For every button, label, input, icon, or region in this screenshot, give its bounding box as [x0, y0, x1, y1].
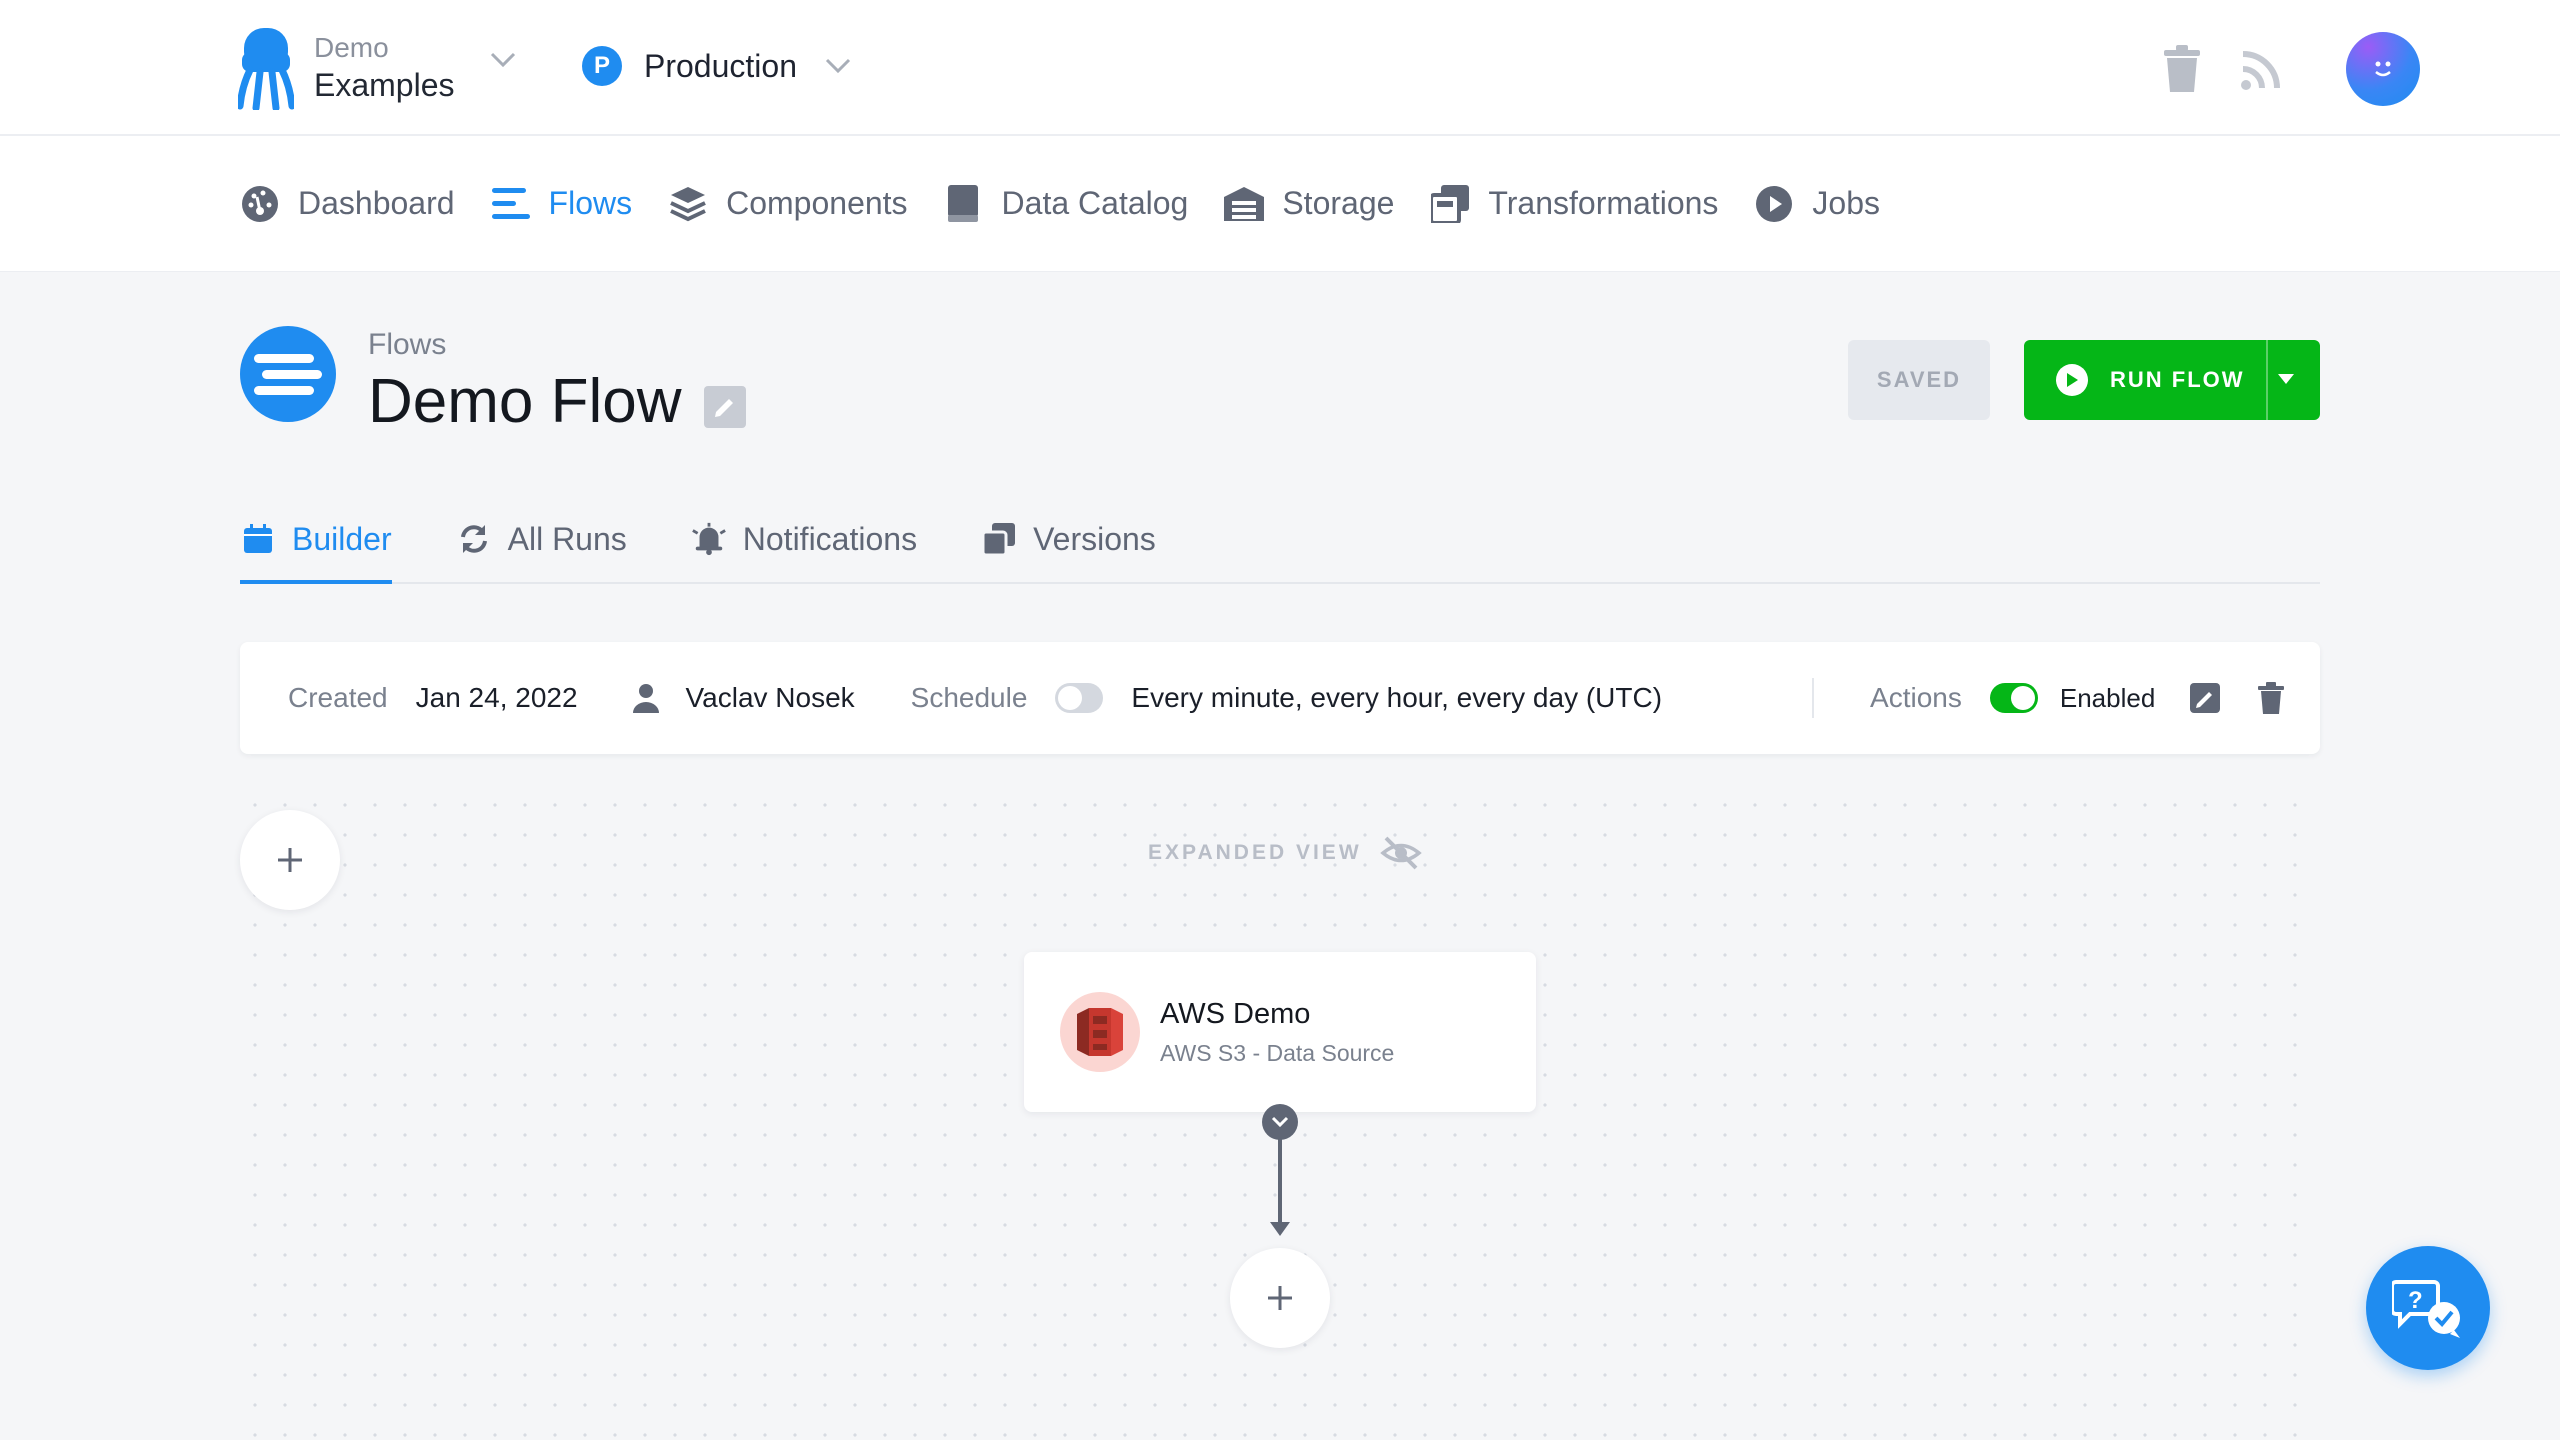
flow-title: Demo Flow: [368, 367, 682, 436]
created-label: Created: [288, 682, 388, 713]
aws-s3-icon: [1060, 992, 1140, 1072]
brand-text: Demo Examples: [314, 31, 455, 105]
smile-icon: [2375, 61, 2391, 77]
gauge-icon: [240, 184, 280, 224]
svg-text:?: ?: [2408, 1287, 2423, 1314]
book-icon: [944, 184, 984, 224]
layers-icon: [668, 184, 708, 224]
arrow-down-icon: [1270, 1222, 1290, 1236]
nav-item-data-catalog[interactable]: Data Catalog: [944, 184, 1189, 224]
edit-icon: [2190, 683, 2221, 713]
transformations-icon: [1430, 184, 1470, 224]
rss-feed-icon[interactable]: [2234, 41, 2290, 97]
schedule-toggle[interactable]: [1055, 683, 1104, 713]
nav-item-jobs[interactable]: Jobs: [1754, 184, 1880, 224]
tab-label: Notifications: [742, 520, 918, 557]
project-switcher[interactable]: P Production: [582, 46, 851, 86]
organization-switcher[interactable]: Demo Examples: [238, 26, 455, 110]
nav-label: Jobs: [1812, 185, 1880, 221]
enabled-label: Enabled: [2059, 682, 2156, 713]
nav-label: Dashboard: [298, 185, 455, 221]
workspace-name: Examples: [314, 67, 455, 103]
add-next-step-button[interactable]: [1230, 1248, 1330, 1348]
actions-label: Actions: [1870, 682, 1962, 713]
trash-icon: [2258, 682, 2285, 714]
nav-item-transformations[interactable]: Transformations: [1430, 184, 1718, 224]
plus-icon: [278, 848, 302, 872]
nav-label: Flows: [548, 185, 633, 221]
flow-tabs: Builder All Runs Notifications Versions: [240, 496, 2320, 584]
calendar-icon: [240, 521, 276, 557]
octopus-logo-icon: [238, 28, 294, 110]
nav-item-components[interactable]: Components: [668, 184, 908, 224]
tab-label: Builder: [292, 520, 392, 557]
tab-builder[interactable]: Builder: [240, 496, 392, 584]
nav-item-flows[interactable]: Flows: [491, 184, 633, 224]
page-title: Demo Flow: [368, 366, 746, 437]
top-bar: Demo Examples P Production: [0, 0, 2560, 136]
warehouse-icon: [1224, 184, 1265, 224]
refresh-icon: [456, 521, 492, 557]
trash-icon[interactable]: [2154, 41, 2210, 97]
expanded-view-toggle[interactable]: EXPANDED VIEW: [1148, 836, 1422, 870]
nav-label: Transformations: [1488, 185, 1719, 221]
delete-schedule-button[interactable]: [2251, 678, 2291, 718]
saved-button[interactable]: SAVED: [1848, 340, 1990, 420]
user-avatar[interactable]: [2346, 32, 2420, 106]
pencil-icon: [714, 398, 733, 417]
caret-down-icon[interactable]: [2278, 374, 2294, 384]
chevron-down-icon: [1271, 1116, 1289, 1128]
author-name: Vaclav Nosek: [685, 682, 855, 713]
versions-icon: [981, 521, 1017, 557]
help-chat-button[interactable]: ?: [2366, 1246, 2490, 1370]
main-navigation: Dashboard Flows Components Data Catalog …: [0, 136, 2560, 272]
eye-slash-icon: [1379, 836, 1422, 870]
node-subtitle: AWS S3 - Data Source: [1160, 1040, 1395, 1066]
chat-help-icon: ?: [2392, 1280, 2460, 1338]
created-date: Jan 24, 2022: [415, 682, 578, 713]
tab-all-runs[interactable]: All Runs: [456, 496, 627, 582]
play-circle-icon: [1754, 184, 1794, 224]
nav-item-dashboard[interactable]: Dashboard: [240, 184, 455, 224]
flows-icon: [491, 184, 531, 224]
nav-label: Components: [726, 185, 908, 221]
top-actions: [2130, 32, 2420, 106]
tab-label: Versions: [1033, 520, 1156, 557]
tab-label: All Runs: [507, 520, 627, 557]
node-connector-button[interactable]: [1262, 1104, 1298, 1140]
node-name: AWS Demo: [1160, 998, 1311, 1030]
run-flow-label: RUN FLOW: [2110, 367, 2245, 392]
schedule-value[interactable]: Every minute, every hour, every day (UTC…: [1131, 682, 1662, 714]
actions-enabled-toggle[interactable]: [1989, 683, 2038, 713]
edit-title-button[interactable]: [703, 385, 746, 428]
nav-label: Data Catalog: [1001, 185, 1189, 221]
bell-icon: [691, 521, 727, 557]
flow-logo-icon: [240, 326, 336, 422]
add-task-button[interactable]: [240, 810, 340, 910]
expanded-view-label: EXPANDED VIEW: [1148, 841, 1362, 864]
schedule-label: Schedule: [910, 682, 1028, 713]
flow-info-card: Created Jan 24, 2022 Vaclav Nosek Schedu…: [240, 642, 2320, 754]
project-name: Production: [644, 47, 797, 84]
breadcrumb[interactable]: Flows: [368, 328, 446, 362]
organization-name: Demo: [314, 32, 389, 63]
run-flow-button[interactable]: RUN FLOW: [2024, 340, 2320, 420]
nav-item-storage[interactable]: Storage: [1224, 184, 1394, 224]
divider: [1812, 678, 1815, 718]
user-icon: [632, 684, 659, 713]
nav-label: Storage: [1282, 185, 1395, 221]
chevron-down-icon: [825, 58, 851, 74]
play-icon: [2056, 364, 2088, 396]
connector-line: [1278, 1138, 1282, 1230]
edit-schedule-button[interactable]: [2185, 678, 2225, 718]
project-badge: P: [582, 46, 622, 86]
tab-versions[interactable]: Versions: [981, 496, 1156, 582]
plus-icon: [1268, 1286, 1292, 1310]
flow-node-card[interactable]: AWS Demo AWS S3 - Data Source: [1024, 952, 1536, 1112]
chevron-down-icon[interactable]: [490, 52, 516, 68]
button-divider: [2266, 340, 2268, 420]
tab-notifications[interactable]: Notifications: [691, 496, 917, 582]
